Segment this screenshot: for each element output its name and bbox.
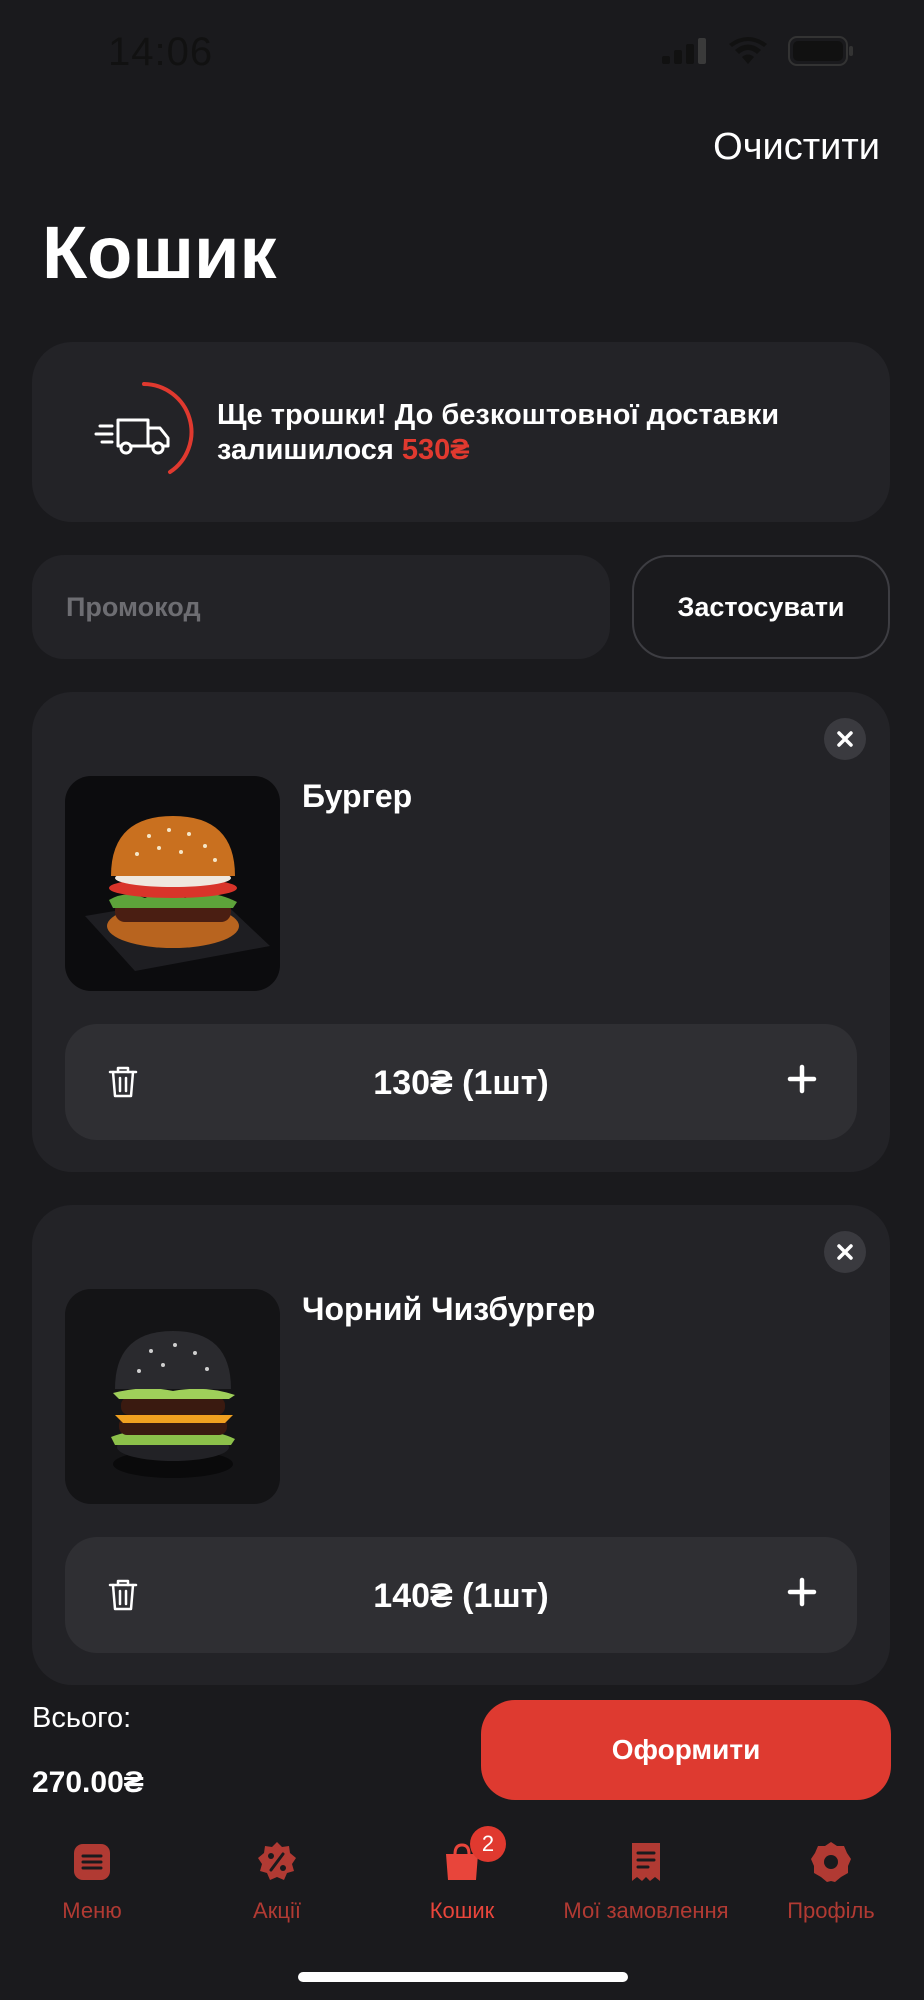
apply-promo-button[interactable]: Застосувати — [632, 555, 890, 659]
tab-label: Акції — [253, 1898, 301, 1923]
free-delivery-remaining-amount: 530₴ — [401, 434, 470, 466]
battery-icon — [788, 36, 853, 66]
delivery-truck-icon — [94, 382, 194, 474]
item-name: Чорний Чизбургер — [302, 1291, 596, 1327]
wifi-icon — [729, 37, 767, 64]
close-icon — [837, 1244, 853, 1260]
status-icons — [662, 36, 854, 66]
burger-image — [65, 776, 280, 991]
status-time: 14:06 — [108, 30, 214, 74]
tab-label: Кошик — [429, 1898, 495, 1923]
plus-icon[interactable] — [787, 1577, 817, 1607]
receipt-icon — [632, 1843, 660, 1881]
cart-item: Бургер 130₴ (1шт) — [32, 692, 890, 1172]
tab-menu[interactable]: Меню — [0, 1830, 192, 1924]
cart-item: Чорний Чизбургер 140₴ (1шт) — [32, 1205, 890, 1685]
close-icon — [837, 731, 853, 747]
cart-badge: 2 — [470, 1826, 506, 1862]
free-delivery-message: Ще трошки! До безкоштовної доставки зали… — [217, 398, 857, 468]
tab-label: Мої замовлення — [563, 1898, 729, 1923]
total-label: Всього: — [32, 1702, 132, 1734]
home-indicator — [298, 1972, 628, 1982]
item-price-quantity: 130₴ (1шт) — [373, 1064, 549, 1102]
tab-label: Меню — [62, 1898, 122, 1923]
quantity-control: 140₴ (1шт) — [65, 1537, 857, 1653]
tab-label: Профіль — [787, 1898, 875, 1923]
status-bar: 14:06 — [0, 0, 924, 110]
tab-cart[interactable]: 2 Кошик — [362, 1826, 562, 1924]
quantity-control: 130₴ (1шт) — [65, 1024, 857, 1140]
plus-icon[interactable] — [787, 1064, 817, 1094]
free-delivery-card: Ще трошки! До безкоштовної доставки зали… — [32, 342, 890, 522]
page-title: Кошик — [42, 211, 277, 294]
remove-item-button[interactable] — [824, 1231, 866, 1273]
checkout-button[interactable]: Оформити — [481, 1700, 891, 1800]
free-delivery-text: Ще трошки! До безкоштовної доставки зали… — [217, 399, 780, 466]
item-name: Бургер — [302, 778, 413, 814]
tab-promotions[interactable]: Акції — [177, 1830, 377, 1924]
black-cheeseburger-image — [65, 1289, 280, 1504]
total-value: 270.00₴ — [32, 1766, 144, 1799]
bottom-tab-bar: Меню Акції 2 Кошик Мої замовлення Профіл… — [0, 1826, 924, 1940]
remove-item-button[interactable] — [824, 718, 866, 760]
discount-icon — [258, 1842, 296, 1880]
tab-my-orders[interactable]: Мої замовлення — [546, 1830, 746, 1924]
menu-icon — [74, 1844, 110, 1880]
signal-icon — [662, 38, 706, 64]
clear-cart-button[interactable]: Очистити — [713, 126, 880, 169]
profile-icon — [811, 1842, 851, 1882]
item-price-quantity: 140₴ (1шт) — [373, 1577, 549, 1615]
tab-profile[interactable]: Профіль — [731, 1830, 924, 1924]
promo-code-input[interactable] — [32, 555, 610, 659]
